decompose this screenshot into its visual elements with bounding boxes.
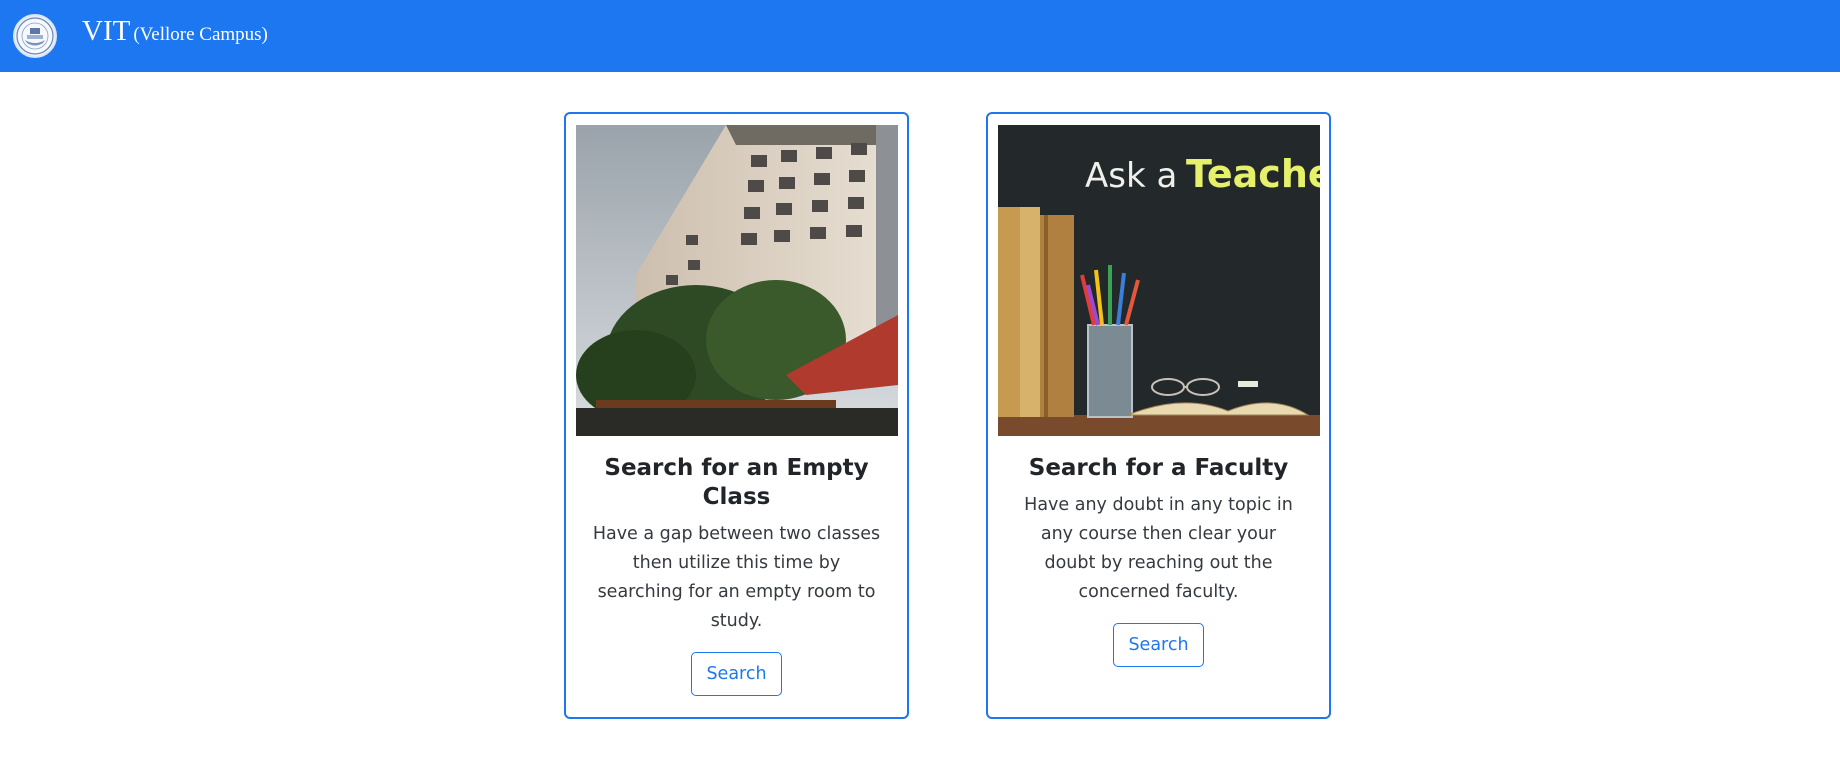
building-photo: [575, 125, 898, 436]
card-title: Search for a Faculty: [1028, 455, 1289, 481]
top-navbar: VIT (Vellore Campus): [0, 0, 1840, 72]
card-description: Have a gap between two classes then util…: [592, 524, 881, 631]
card-description: Have any doubt in any topic in any cours…: [1024, 495, 1293, 602]
brand-subtitle: (Vellore Campus): [133, 24, 268, 45]
card-title: Search for an Empty Class: [604, 455, 869, 510]
vit-logo[interactable]: [13, 14, 57, 58]
faculty-card: Ask a Teacher Search for a Faculty Have …: [986, 112, 1331, 719]
empty-class-search-button[interactable]: Search: [691, 652, 782, 696]
empty-class-card: Search for an Empty Class Have a gap bet…: [564, 112, 909, 719]
seal-icon: [16, 17, 54, 55]
faculty-search-button[interactable]: Search: [1113, 623, 1204, 667]
brand[interactable]: VIT (Vellore Campus): [82, 15, 268, 48]
brand-name: VIT: [82, 15, 131, 47]
chalk-text-teacher: Teacher: [1186, 152, 1320, 196]
chalk-text-ask: Ask a: [1085, 156, 1177, 196]
ask-a-teacher-photo: Ask a Teacher: [997, 125, 1320, 436]
